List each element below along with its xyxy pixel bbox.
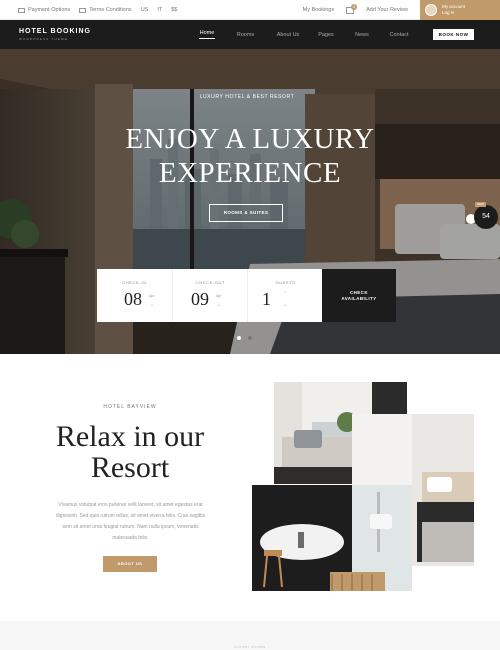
hero-slider-dots xyxy=(237,336,252,340)
payment-options-link[interactable]: Payment Options xyxy=(18,7,70,13)
my-bookings-label: My Bookings xyxy=(302,7,335,13)
checkout-label: CHECK-OUT xyxy=(195,280,226,285)
checkin-month: Apr xyxy=(149,294,155,298)
cart-button[interactable]: 0 xyxy=(346,3,358,14)
price-selector[interactable]: $$ xyxy=(171,7,177,13)
rooms-suites-button[interactable]: ROOMS & SUITES xyxy=(209,204,283,222)
slide-dot-2[interactable] xyxy=(248,336,252,340)
about-us-button[interactable]: ABOUT US xyxy=(103,556,157,572)
booking-form: CHECK-IN 08 Apr ⌄ CHECK-OUT 09 Apr ⌄ GUE… xyxy=(97,269,322,322)
site-logo[interactable]: HOTEL BOOKING WORDPRESS THEME xyxy=(19,28,91,41)
about-text-line4: malesuada felis. xyxy=(112,535,149,541)
checkin-day: 08 xyxy=(124,289,142,309)
top-utility-bar: Payment Options Terms Conditions US IT $… xyxy=(0,0,500,20)
payment-options-label: Payment Options xyxy=(28,7,71,13)
document-icon xyxy=(79,7,87,13)
new-tag: NEW xyxy=(475,202,486,207)
about-paragraph: Vivamus volutpat eros pulvinar velit lao… xyxy=(34,500,227,544)
resort-photo-collage xyxy=(252,382,474,591)
about-title: Relax in our Resort xyxy=(30,421,230,483)
shopping-bag-icon: 0 xyxy=(346,3,358,14)
chevron-down-icon[interactable]: ⌄ xyxy=(150,302,154,308)
avatar xyxy=(425,4,437,16)
check-availability-button[interactable]: CHECK AVAILABILITY xyxy=(322,269,396,322)
add-review-link[interactable]: Add Your Review xyxy=(366,7,408,13)
add-review-label: Add Your Review xyxy=(366,7,408,13)
badge-value: 54 xyxy=(482,213,490,220)
chevron-up-icon[interactable]: ⌃ xyxy=(283,291,287,297)
credit-card-icon xyxy=(18,7,25,13)
nav-item-pages[interactable]: Pages xyxy=(318,32,334,38)
nav-item-rooms[interactable]: Rooms xyxy=(236,32,255,38)
rooms-section-preview: LUXURY ROOMS xyxy=(0,621,500,650)
main-menu: Home Rooms About Us Pages News Contact xyxy=(199,20,410,49)
hero-title-line2: EXPERIENCE xyxy=(158,157,342,189)
about-title-line2: Resort xyxy=(90,451,170,484)
about-title-line1: Relax in our xyxy=(55,420,205,453)
nav-item-news[interactable]: News xyxy=(354,32,370,38)
checkin-label: CHECK-IN xyxy=(122,280,147,285)
checkout-month: Apr xyxy=(216,294,222,298)
slide-dot-1[interactable] xyxy=(237,336,241,340)
language-selector[interactable]: IT xyxy=(157,7,162,13)
account-button[interactable]: My account Log in xyxy=(420,0,500,20)
main-navbar: HOTEL BOOKING WORDPRESS THEME Home Rooms… xyxy=(0,20,500,49)
logo-subtitle: WORDPRESS THEME xyxy=(19,37,68,41)
checkout-day: 09 xyxy=(191,289,209,309)
terms-label: Terms Conditions xyxy=(89,7,132,13)
login-label: Log in xyxy=(442,10,455,15)
about-text-line1: Vivamus volutpat eros pulvinar velit lao… xyxy=(58,502,203,508)
collage-images xyxy=(252,382,474,591)
about-eyebrow: HOTEL BAYVIEW xyxy=(103,404,157,410)
cart-count-badge: 0 xyxy=(351,3,358,10)
my-bookings-link[interactable]: My Bookings xyxy=(303,7,335,13)
purchase-badge[interactable]: NEW 54 xyxy=(474,202,498,229)
about-text-line2: dignissim. Sed quis rutrum tellus, sit a… xyxy=(55,513,206,519)
hero-tagline: LUXURY HOTEL & BEST RESORT xyxy=(199,94,295,100)
chevron-down-icon[interactable]: ⌄ xyxy=(283,302,287,308)
rooms-eyebrow: LUXURY ROOMS xyxy=(234,645,266,649)
checkout-field[interactable]: CHECK-OUT 09 Apr ⌄ xyxy=(172,269,247,322)
nav-item-home[interactable]: Home xyxy=(199,30,215,39)
book-now-button[interactable]: BOOK NOW xyxy=(433,29,474,40)
logo-title: HOTEL BOOKING xyxy=(19,28,91,35)
chevron-down-icon[interactable]: ⌄ xyxy=(217,302,221,308)
guests-field[interactable]: GUESTS 1 ⌃ ⌄ xyxy=(247,269,322,322)
guests-value: 1 xyxy=(262,289,271,309)
terms-link[interactable]: Terms Conditions xyxy=(79,7,132,13)
about-text-line3: sem sit amet urna feugiat rutrum. Nam nu… xyxy=(62,524,199,530)
availability-label: AVAILABILITY xyxy=(341,296,377,301)
nav-item-contact[interactable]: Contact xyxy=(388,32,410,38)
hero-title-line1: ENJOY A LUXURY xyxy=(125,123,375,155)
nav-item-about-us[interactable]: About Us xyxy=(275,32,301,38)
checkin-field[interactable]: CHECK-IN 08 Apr ⌄ xyxy=(97,269,172,322)
currency-selector[interactable]: US xyxy=(141,7,149,13)
guests-label: GUESTS xyxy=(275,280,296,285)
